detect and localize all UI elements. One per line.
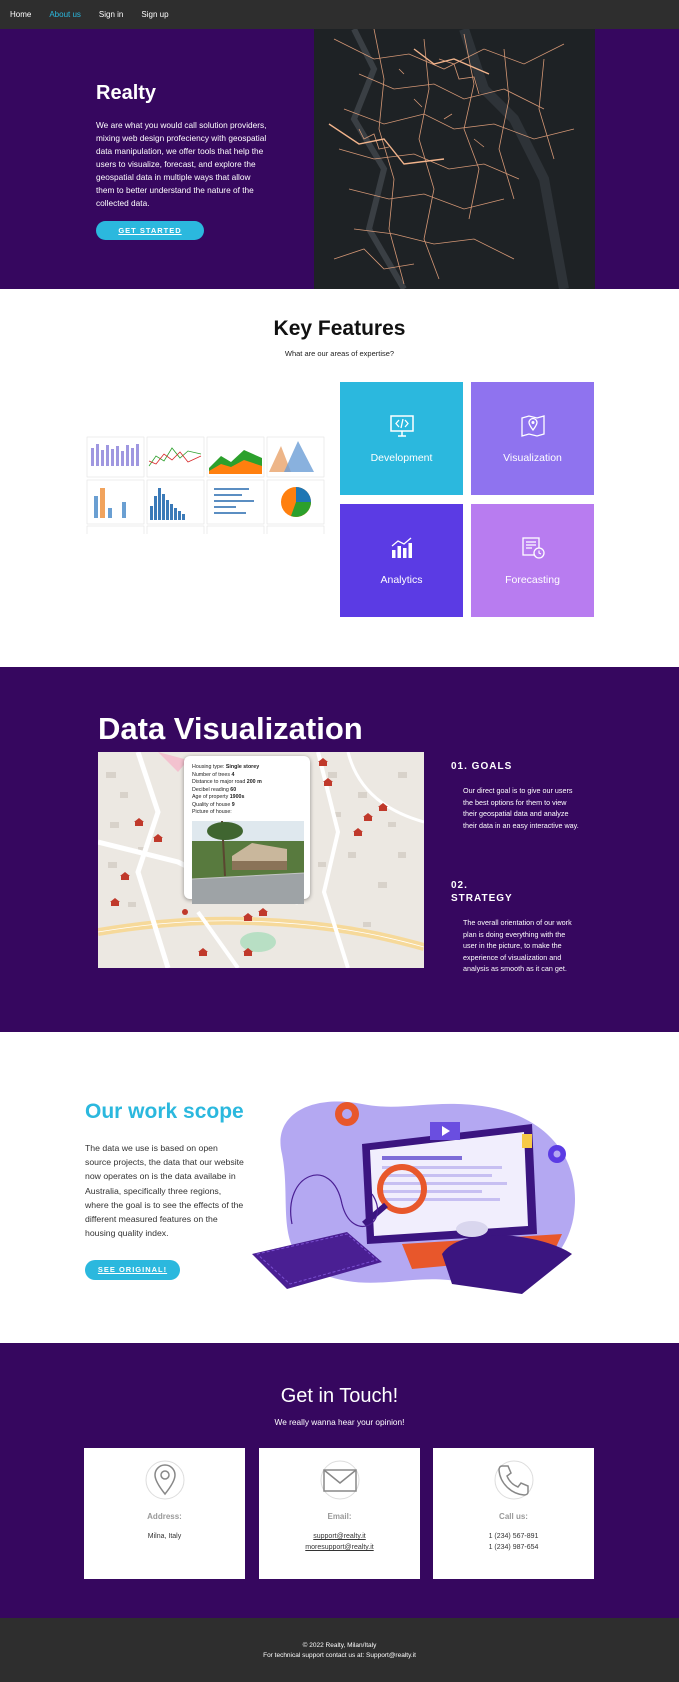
phone-number-2: 1 (234) 987-654 — [488, 1544, 539, 1551]
popup-trees: Number of trees 4 — [192, 771, 235, 778]
computer-illustration — [252, 1094, 582, 1304]
email-title: Email: — [327, 1512, 352, 1521]
tile-forecasting[interactable]: Forecasting — [471, 504, 594, 617]
work-scope-section: Our work scope The data we use is based … — [0, 1032, 679, 1343]
phone-icon — [494, 1460, 534, 1505]
phone-number-1: 1 (234) 567-891 — [488, 1533, 539, 1540]
scope-title: Our work scope — [85, 1100, 244, 1123]
nav-home-link[interactable]: Home — [10, 10, 31, 19]
nav-about-link[interactable]: About us — [49, 10, 81, 19]
goals-block: 01. GOALS Our direct goal is to give our… — [451, 760, 581, 831]
strategy-heading: 02. STRATEGY — [451, 880, 513, 904]
top-navbar: Home About us Sign in Sign up — [0, 0, 679, 29]
address-value: Milna, Italy — [147, 1533, 182, 1540]
popup-quality: Quality of house 9 — [192, 801, 235, 808]
hero-text: Realty We are what you would call soluti… — [96, 82, 271, 240]
map-pin-icon — [520, 415, 545, 442]
data-visualization-section: Data Visualization Housing type: Single … — [0, 667, 679, 1032]
contact-title: Get in Touch! — [280, 1385, 399, 1407]
hero-title: Realty — [96, 82, 157, 104]
tile-development-label: Development — [370, 452, 433, 464]
contact-subtitle: We really wanna hear your opinion! — [274, 1417, 405, 1427]
goals-heading: 01. GOALS — [451, 761, 513, 772]
tile-analytics-label: Analytics — [380, 574, 423, 586]
phone-title: Call us: — [499, 1512, 528, 1521]
phone-card: Call us: 1 (234) 567-891 1 (234) 987-654 — [433, 1448, 594, 1579]
popup-age: Age of property 1900s — [192, 794, 245, 800]
chart-collage-image — [86, 436, 325, 534]
house-photo — [192, 821, 304, 904]
location-pin-icon — [145, 1460, 185, 1505]
footer-support: For technical support contact us at: Sup… — [263, 1652, 416, 1659]
hero-description: We are what you would call solution prov… — [96, 120, 267, 208]
bar-chart-icon — [390, 537, 414, 564]
support-email-link[interactable]: support@realty.it — [313, 1533, 366, 1540]
tile-forecasting-label: Forecasting — [505, 574, 560, 586]
phone-values: 1 (234) 567-891 1 (234) 987-654 — [433, 1531, 594, 1553]
chart-collage-graphic — [86, 436, 325, 534]
features-title: Key Features — [273, 317, 406, 340]
tile-development[interactable]: Development — [340, 382, 463, 495]
strategy-block: 02. STRATEGY The overall orientation of o… — [451, 879, 581, 975]
popup-housing-type: Housing type: Single storey — [192, 764, 260, 770]
property-map[interactable]: Housing type: Single storey Number of tr… — [98, 752, 424, 968]
code-monitor-icon — [389, 415, 414, 442]
popup-decibel: Decibel reading 60 — [192, 786, 237, 793]
document-clock-icon — [521, 537, 545, 564]
email-values: support@realty.it moresupport@realty.it — [259, 1531, 420, 1553]
nav-signup-link[interactable]: Sign up — [141, 10, 168, 19]
popup-picture-label: Picture of house: — [192, 809, 232, 815]
tile-visualization-label: Visualization — [503, 452, 562, 464]
scope-text: The data we use is based on open source … — [85, 1143, 244, 1239]
tile-visualization[interactable]: Visualization — [471, 382, 594, 495]
strategy-text: The overall orientation of our work plan… — [463, 918, 572, 973]
goals-text: Our direct goal is to give our users the… — [463, 786, 579, 830]
see-original-button[interactable]: SEE ORIGINAL! — [85, 1260, 180, 1280]
get-started-button[interactable]: GET STARTED — [96, 221, 204, 240]
footer-copyright: © 2022 Realty, Milan/Italy — [302, 1642, 377, 1649]
property-info-popup: Housing type: Single storey Number of tr… — [184, 756, 310, 904]
email-card: Email: support@realty.it moresupport@rea… — [259, 1448, 420, 1579]
popup-distance: Distance to major road 200 m — [192, 779, 262, 785]
footer: © 2022 Realty, Milan/Italy For technical… — [0, 1618, 679, 1682]
nav-signin-link[interactable]: Sign in — [99, 10, 123, 19]
key-features-section: Key Features What are our areas of exper… — [0, 289, 679, 667]
hero-street-map-image — [314, 29, 595, 289]
address-title: Address: — [147, 1512, 182, 1521]
data-viz-title: Data Visualization — [98, 711, 363, 746]
tile-analytics[interactable]: Analytics — [340, 504, 463, 617]
moresupport-email-link[interactable]: moresupport@realty.it — [305, 1544, 373, 1551]
street-network-graphic — [314, 29, 595, 289]
contact-section: Get in Touch! We really wanna hear your … — [0, 1343, 679, 1618]
envelope-icon — [320, 1460, 360, 1505]
hero-section: Realty We are what you would call soluti… — [0, 29, 679, 289]
features-subtitle: What are our areas of expertise? — [284, 349, 395, 358]
address-card: Address: Milna, Italy — [84, 1448, 245, 1579]
